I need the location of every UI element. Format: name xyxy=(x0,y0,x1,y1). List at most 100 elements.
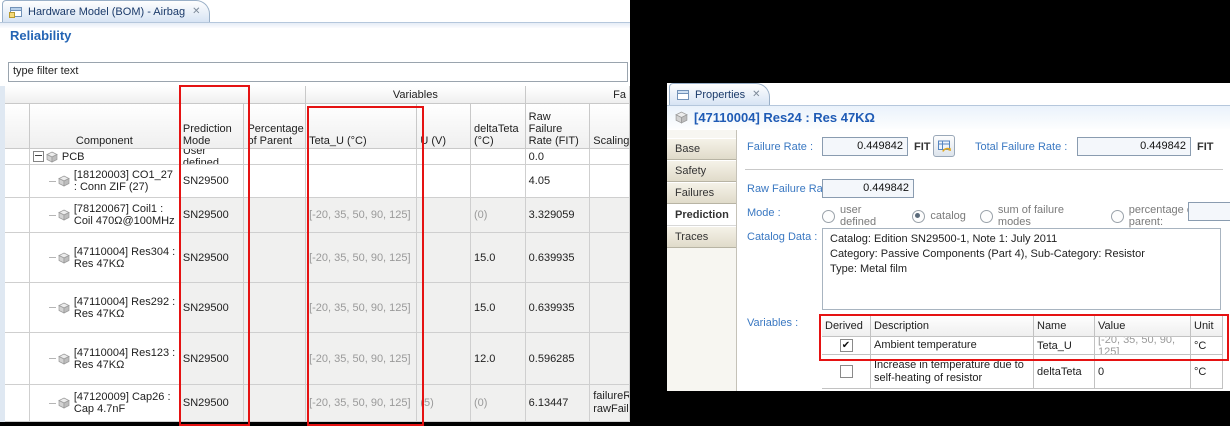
teta-u-cell[interactable]: [-20, 35, 50, 90, 125] xyxy=(306,198,417,233)
u-cell[interactable] xyxy=(417,149,471,165)
variable-row[interactable]: ✔Ambient temperatureTeta_U[-20, 35, 50, … xyxy=(822,337,1223,355)
radio-icon[interactable] xyxy=(980,210,993,223)
raw-failure-rate-cell[interactable]: 0.639935 xyxy=(526,233,591,283)
column-header-scaling[interactable]: Scaling xyxy=(590,104,630,149)
prediction-mode-cell[interactable]: User defined xyxy=(180,149,245,165)
scaling-cell[interactable] xyxy=(590,283,630,333)
table-row[interactable]: PCBUser defined 0.0 xyxy=(5,149,630,165)
teta-u-cell[interactable]: [-20, 35, 50, 90, 125] xyxy=(306,333,417,385)
teta-u-cell[interactable] xyxy=(306,165,417,198)
table-row[interactable]: [47120009] Cap26 : Cap 4.7nFSN29500 [-20,… xyxy=(5,385,630,422)
collapse-icon[interactable] xyxy=(33,151,44,162)
table-row[interactable]: [78120067] Coil1 : Coil 470Ω@100MHzSN295… xyxy=(5,198,630,233)
scaling-cell[interactable] xyxy=(590,333,630,385)
prediction-mode-cell[interactable]: SN29500 xyxy=(180,198,245,233)
teta-u-cell[interactable]: [-20, 35, 50, 90, 125] xyxy=(306,385,417,422)
raw-failure-rate-field[interactable]: 0.449842 xyxy=(822,179,914,198)
var-column-header-derived[interactable]: Derived xyxy=(822,315,871,337)
delta-teta-cell[interactable]: (0) xyxy=(471,198,526,233)
scaling-cell[interactable] xyxy=(590,233,630,283)
total-failure-rate-field[interactable]: 0.449842 xyxy=(1077,137,1191,156)
raw-failure-rate-cell[interactable]: 0.596285 xyxy=(526,333,591,385)
u-cell[interactable] xyxy=(417,165,471,198)
mode-option-catalog[interactable]: catalog xyxy=(912,210,965,223)
column-header-component[interactable]: Component xyxy=(30,104,180,149)
delta-teta-cell[interactable]: 15.0 xyxy=(471,233,526,283)
component-cell[interactable]: [47110004] Res304 : Res 47KΩ xyxy=(30,233,180,283)
percentage-of-parent-field[interactable] xyxy=(1188,202,1230,221)
tab-safety[interactable]: Safety xyxy=(667,160,736,182)
column-header-raw-failure-rate-fit-[interactable]: Raw Failure Rate (FIT) xyxy=(526,104,591,149)
checkbox-checked-icon[interactable]: ✔ xyxy=(840,339,853,352)
mode-option-sum-of-failure-modes[interactable]: sum of failure modes xyxy=(980,204,1097,228)
failure-rate-field[interactable]: 0.449842 xyxy=(822,137,908,156)
component-cell[interactable]: [18120003] CO1_27 : Conn ZIF (27) xyxy=(30,165,180,198)
derived-cell[interactable]: ✔ xyxy=(822,337,871,355)
scaling-cell[interactable]: failureR rawFail xyxy=(590,385,630,422)
table-row[interactable]: [47110004] Res292 : Res 47KΩSN29500 [-20,… xyxy=(5,283,630,333)
prediction-mode-cell[interactable]: SN29500 xyxy=(180,165,245,198)
table-row[interactable]: [47110004] Res123 : Res 47KΩSN29500 [-20,… xyxy=(5,333,630,385)
teta-u-cell[interactable] xyxy=(306,149,417,165)
prediction-mode-cell[interactable]: SN29500 xyxy=(180,233,245,283)
raw-failure-rate-cell[interactable]: 0.639935 xyxy=(526,283,591,333)
radio-icon[interactable] xyxy=(822,210,835,223)
checkbox-unchecked-icon[interactable] xyxy=(840,365,853,378)
radio-icon[interactable] xyxy=(912,210,925,223)
var-column-header-unit[interactable]: Unit xyxy=(1191,315,1223,337)
scaling-cell[interactable] xyxy=(590,149,630,165)
radio-icon[interactable] xyxy=(1111,210,1124,223)
percentage-cell[interactable] xyxy=(244,149,306,165)
u-cell[interactable] xyxy=(417,283,471,333)
prediction-mode-cell[interactable]: SN29500 xyxy=(180,283,245,333)
raw-failure-rate-cell[interactable]: 4.05 xyxy=(526,165,591,198)
tab-base[interactable]: Base xyxy=(667,138,736,160)
column-header-u-v-[interactable]: U (V) xyxy=(417,104,471,149)
u-cell[interactable]: (5) xyxy=(417,385,471,422)
close-icon[interactable]: ✕ xyxy=(192,6,200,17)
component-cell[interactable]: PCB xyxy=(30,149,180,165)
teta-u-cell[interactable]: [-20, 35, 50, 90, 125] xyxy=(306,283,417,333)
component-cell[interactable]: [47110004] Res123 : Res 47KΩ xyxy=(30,333,180,385)
tab-failures[interactable]: Failures xyxy=(667,182,736,204)
component-cell[interactable]: [47110004] Res292 : Res 47KΩ xyxy=(30,283,180,333)
tab-prediction[interactable]: Prediction xyxy=(667,204,736,226)
percentage-cell[interactable] xyxy=(244,165,306,198)
filter-input[interactable]: type filter text xyxy=(8,62,628,82)
variable-row[interactable]: Increase in temperature due to self-heat… xyxy=(822,355,1223,389)
scaling-cell[interactable] xyxy=(590,165,630,198)
derived-cell[interactable] xyxy=(822,355,871,389)
teta-u-cell[interactable]: [-20, 35, 50, 90, 125] xyxy=(306,233,417,283)
tab-properties[interactable]: Properties ✕ xyxy=(669,83,770,105)
mode-option-user-defined[interactable]: user defined xyxy=(822,204,898,228)
scaling-cell[interactable] xyxy=(590,198,630,233)
table-row[interactable]: [47110004] Res304 : Res 47KΩSN29500 [-20,… xyxy=(5,233,630,283)
component-cell[interactable]: [78120067] Coil1 : Coil 470Ω@100MHz xyxy=(30,198,180,233)
percentage-cell[interactable] xyxy=(244,385,306,422)
u-cell[interactable] xyxy=(417,233,471,283)
var-column-header-name[interactable]: Name xyxy=(1034,315,1095,337)
close-icon[interactable]: ✕ xyxy=(752,89,760,100)
delta-teta-cell[interactable] xyxy=(471,165,526,198)
delta-teta-cell[interactable]: 15.0 xyxy=(471,283,526,333)
percentage-cell[interactable] xyxy=(244,333,306,385)
raw-failure-rate-cell[interactable]: 6.13447 xyxy=(526,385,591,422)
prediction-mode-cell[interactable]: SN29500 xyxy=(180,385,245,422)
u-cell[interactable] xyxy=(417,198,471,233)
raw-failure-rate-cell[interactable]: 3.329059 xyxy=(526,198,591,233)
column-header-percentage-of-parent[interactable]: Percentage of Parent xyxy=(244,104,306,149)
column-header-teta-u-c-[interactable]: Teta_U (°C) xyxy=(306,104,417,149)
percentage-cell[interactable] xyxy=(244,198,306,233)
delta-teta-cell[interactable]: (0) xyxy=(471,385,526,422)
recalculate-button[interactable] xyxy=(933,135,955,157)
tab-hardware-model-bom-airbag[interactable]: Hardware Model (BOM) - Airbag ✕ xyxy=(2,0,210,22)
prediction-mode-cell[interactable]: SN29500 xyxy=(180,333,245,385)
tab-traces[interactable]: Traces xyxy=(667,226,736,248)
var-column-header-description[interactable]: Description xyxy=(871,315,1034,337)
percentage-cell[interactable] xyxy=(244,233,306,283)
raw-failure-rate-cell[interactable]: 0.0 xyxy=(526,149,591,165)
u-cell[interactable] xyxy=(417,333,471,385)
component-cell[interactable]: [47120009] Cap26 : Cap 4.7nF xyxy=(30,385,180,422)
percentage-cell[interactable] xyxy=(244,283,306,333)
table-row[interactable]: [18120003] CO1_27 : Conn ZIF (27)SN29500… xyxy=(5,165,630,198)
